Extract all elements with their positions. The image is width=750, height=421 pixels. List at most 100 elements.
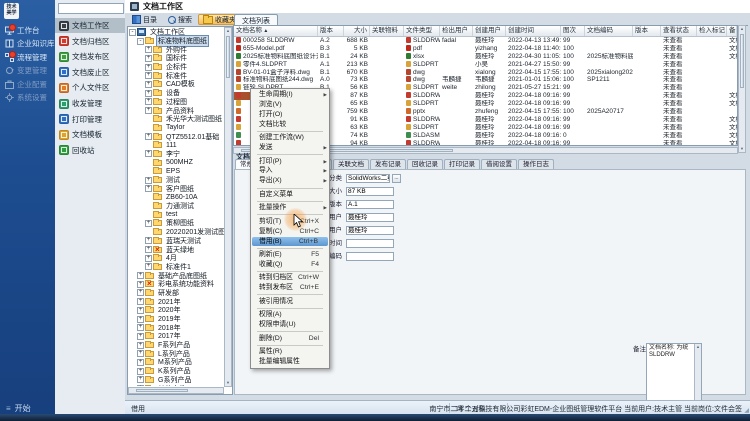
tree-horizontal-scrollbar[interactable] <box>128 387 224 394</box>
column-header-12[interactable]: 查看状态 <box>661 26 697 36</box>
field-input[interactable]: 聂桂玲 <box>346 226 394 235</box>
field-input[interactable] <box>346 252 394 261</box>
expand-toggle-icon[interactable]: + <box>145 185 152 192</box>
context-menu-item[interactable]: 发送▶ <box>251 143 329 153</box>
column-header-4[interactable]: 关联物料 <box>370 26 404 36</box>
context-menu-item[interactable]: 自定义菜单 <box>251 190 329 200</box>
tree-item[interactable]: 禾光华大测试图纸 <box>129 115 224 124</box>
tree-item[interactable]: 500MHZ <box>129 158 224 167</box>
field-input[interactable]: SolidWorks二维文档 <box>346 174 390 183</box>
column-header-2[interactable]: 版本 <box>318 26 344 36</box>
sidebar-item-2[interactable]: 企业知识库 <box>0 37 55 50</box>
expand-toggle-icon[interactable]: + <box>137 350 144 357</box>
table-row[interactable]: 000258 SLDDRWA.2688 KBSLDDRWfadal聂桂玲2022… <box>234 37 737 45</box>
context-menu-item[interactable]: 批量编辑属性 <box>251 357 329 367</box>
context-menu-item[interactable]: 打开(O) <box>251 110 329 120</box>
field-input[interactable]: 87 KB <box>346 187 394 196</box>
resize-grip[interactable]: ◢ <box>744 407 749 414</box>
context-menu-item[interactable]: 创建工作流(W) <box>251 133 329 143</box>
properties-tab-9[interactable]: 操作日志 <box>518 159 554 169</box>
context-menu-item[interactable]: 刷新(E)F5 <box>251 250 329 260</box>
context-menu-item[interactable]: 生命周期(I)▶ <box>251 90 329 100</box>
expand-toggle-icon[interactable]: + <box>145 263 152 270</box>
workspace-item-8[interactable]: 文档模板 <box>55 127 125 142</box>
context-menu-item[interactable]: 收藏(Q)F4 <box>251 260 329 270</box>
workspace-item-7[interactable]: 打印管理 <box>55 112 125 127</box>
column-header-3[interactable]: 大小 <box>344 26 370 36</box>
tree-item[interactable]: +客户图纸 <box>129 184 224 193</box>
expand-toggle-icon[interactable]: - <box>129 29 136 36</box>
expand-toggle-icon[interactable]: + <box>145 72 152 79</box>
expand-toggle-icon[interactable]: + <box>145 255 152 262</box>
workspace-item-9[interactable]: 回收站 <box>55 143 125 158</box>
properties-tab-8[interactable]: 借阅设置 <box>481 159 517 169</box>
workspace-item-6[interactable]: 收发管理 <box>55 96 125 111</box>
context-menu-item[interactable]: 打印(P)▶ <box>251 157 329 167</box>
expand-toggle-icon[interactable]: + <box>145 98 152 105</box>
column-header-13[interactable]: 检入标记 <box>697 26 727 36</box>
expand-toggle-icon[interactable]: + <box>145 81 152 88</box>
tree-item[interactable]: 力通测试 <box>129 202 224 211</box>
sidebar-item-4[interactable]: 变更管理 <box>0 64 55 77</box>
expand-toggle-icon[interactable]: + <box>137 298 144 305</box>
column-header-11[interactable]: 版本 <box>633 26 661 36</box>
properties-tab-7[interactable]: 打印记录 <box>444 159 480 169</box>
workspace-item-5[interactable]: 个人文件区 <box>55 80 125 95</box>
expand-toggle-icon[interactable]: + <box>137 333 144 340</box>
table-row[interactable]: 零件4.SLDPRTA.1213 KBSLDPRT小吴2021-04-27 15… <box>234 61 737 69</box>
expand-toggle-icon[interactable]: + <box>145 64 152 71</box>
column-header-9[interactable]: 图次 <box>561 26 585 36</box>
context-menu-item[interactable]: 删除(D)Del <box>251 334 329 344</box>
expand-toggle-icon[interactable]: + <box>145 55 152 62</box>
expand-toggle-icon[interactable]: + <box>145 246 152 253</box>
expand-toggle-icon[interactable]: + <box>137 385 144 386</box>
sidebar-item-3[interactable]: 流程管理 <box>0 51 55 64</box>
tree-item[interactable]: +其他文件 <box>129 384 224 386</box>
expand-toggle-icon[interactable]: + <box>145 237 152 244</box>
properties-tab-4[interactable]: 关联文档 <box>333 159 369 169</box>
context-menu-item[interactable]: 转到归档区Ctrl+W <box>251 273 329 283</box>
expand-toggle-icon[interactable]: + <box>137 359 144 366</box>
field-input[interactable]: 聂桂玲 <box>346 213 394 222</box>
expand-toggle-icon[interactable]: + <box>137 324 144 331</box>
table-vertical-scrollbar[interactable]: ▲ ▼ <box>738 25 746 153</box>
context-menu-item[interactable]: 导出(X)▶ <box>251 176 329 186</box>
field-input[interactable]: A.1 <box>346 200 394 209</box>
toolbar-button-1[interactable]: 目录 <box>127 14 162 25</box>
expand-toggle-icon[interactable]: + <box>137 342 144 349</box>
expand-toggle-icon[interactable]: + <box>145 150 152 157</box>
context-menu-item[interactable]: 导入▶ <box>251 166 329 176</box>
column-header-14[interactable]: 备注 <box>727 26 737 36</box>
expand-toggle-icon[interactable]: + <box>145 220 152 227</box>
expand-toggle-icon[interactable]: + <box>137 289 144 296</box>
column-header-6[interactable]: 检出用户 <box>440 26 473 36</box>
sidebar-item-6[interactable]: 系统设置 <box>0 91 55 104</box>
table-row[interactable]: 2025标准物料底图纸设计开...B.124 KBxlsx聂桂玲2022-04-… <box>234 53 737 61</box>
column-header-8[interactable]: 创建时间 <box>506 26 561 36</box>
table-row[interactable]: 标准物料底图纸244.dwgA.073 KBdwg韦麟捷韦麟捷2021-01-0… <box>234 76 737 84</box>
expand-toggle-icon[interactable]: + <box>137 281 144 288</box>
tree-item[interactable]: +QTZ5512.01基础 <box>129 132 224 141</box>
context-menu-item[interactable]: 文档比较 <box>251 120 329 130</box>
context-menu-item[interactable]: 被引用情况 <box>251 297 329 307</box>
expand-toggle-icon[interactable]: + <box>145 46 152 53</box>
properties-tab-5[interactable]: 发布记录 <box>370 159 406 169</box>
expand-toggle-icon[interactable]: + <box>137 272 144 279</box>
expand-toggle-icon[interactable]: + <box>145 133 152 140</box>
toolbar-button-2[interactable]: 搜索 <box>163 14 197 25</box>
workspace-item-1[interactable]: 文档工作区 <box>55 18 125 33</box>
expand-toggle-icon[interactable]: + <box>137 376 144 383</box>
context-menu-item[interactable]: 浏览(V) <box>251 100 329 110</box>
column-header-7[interactable]: 创建用户 <box>473 26 506 36</box>
field-input[interactable] <box>346 239 394 248</box>
sidebar-item-1[interactable]: 工作台 <box>0 24 55 37</box>
context-menu-item[interactable]: 转到发布区Ctrl+E <box>251 283 329 293</box>
context-menu-item[interactable]: 属性(R) <box>251 347 329 357</box>
browse-button[interactable]: ... <box>392 174 401 183</box>
workspace-item-4[interactable]: 文档废止区 <box>55 65 125 80</box>
context-menu-item[interactable]: 借用(B)Ctrl+B <box>252 237 328 247</box>
expand-toggle-icon[interactable]: - <box>137 38 144 45</box>
column-header-1[interactable]: 文档名称 ▲ <box>234 26 318 36</box>
column-header-5[interactable]: 文件类型 <box>404 26 440 36</box>
workspace-search-input[interactable] <box>58 3 124 14</box>
